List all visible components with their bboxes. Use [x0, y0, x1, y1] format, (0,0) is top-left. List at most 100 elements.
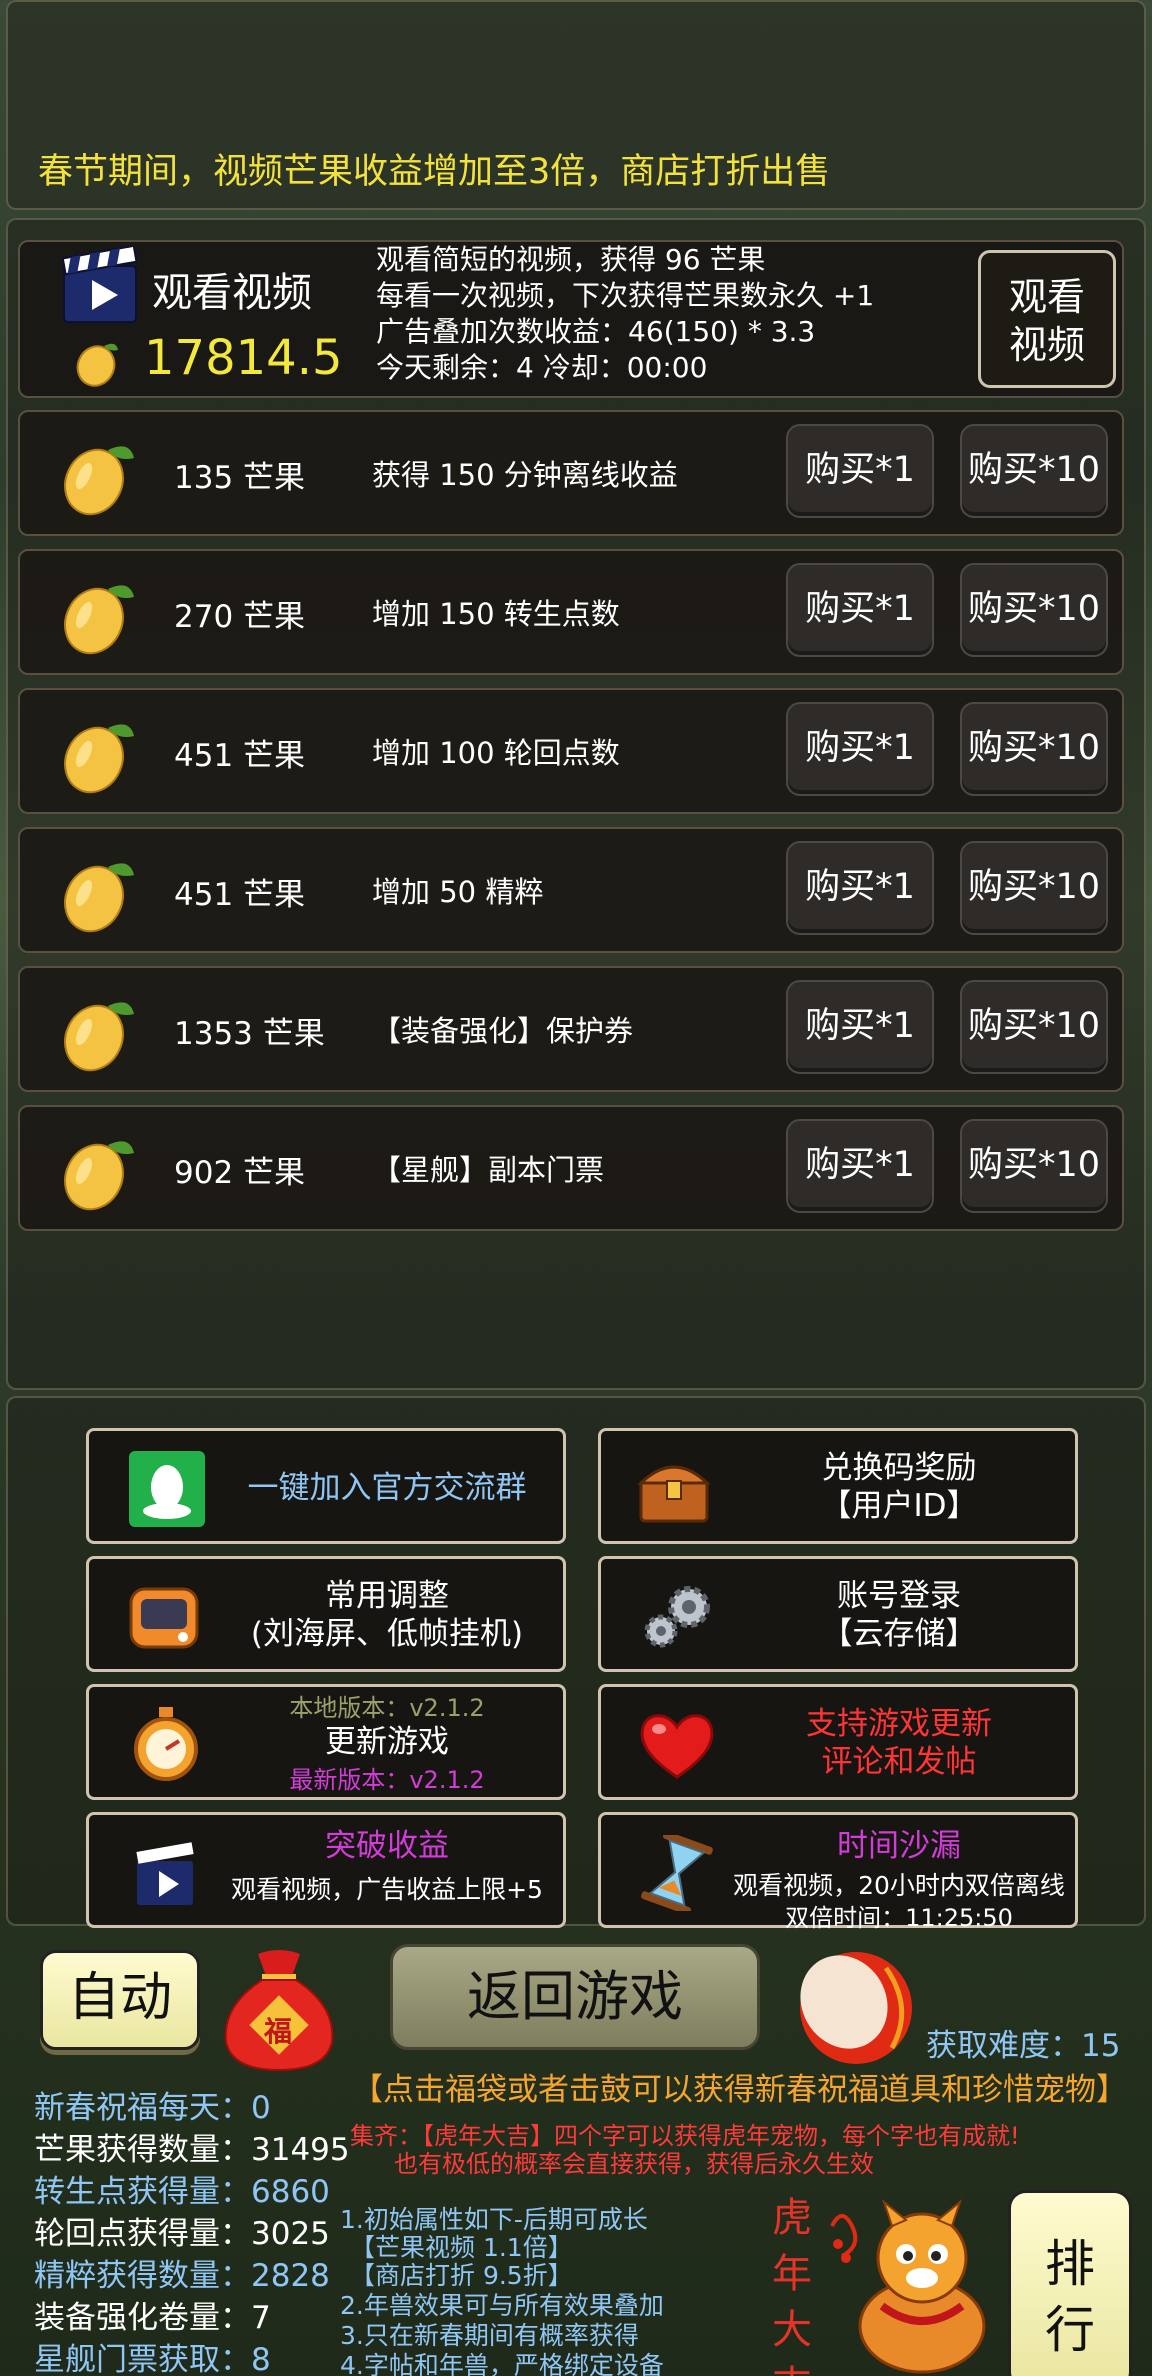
- join-group-button[interactable]: 一键加入官方交流群: [86, 1428, 566, 1544]
- settings-button[interactable]: 常用调整 (刘海屏、低帧挂机): [86, 1556, 566, 1672]
- ranking-button[interactable]: 排 行: [1008, 2190, 1132, 2376]
- support-button[interactable]: 支持游戏更新 评论和发帖: [598, 1684, 1078, 1800]
- buy-10-button[interactable]: 购买*10: [960, 841, 1108, 935]
- mango-balance: 17814.5: [144, 330, 343, 386]
- stat-reincarnation: 轮回点获得量：3025: [34, 2216, 330, 2252]
- qq-penguin-icon: [129, 1451, 205, 1527]
- mango-icon: [64, 863, 134, 933]
- item-price: 1353 芒果: [174, 1016, 325, 1052]
- redeem-code-button[interactable]: 兑换码奖励 【用户ID】: [598, 1428, 1078, 1544]
- difficulty-text: 获取难度：15: [926, 2028, 1121, 2064]
- lucky-bag-button[interactable]: 福: [218, 1946, 340, 2072]
- lucky-bag-notice: 【点击福袋或者击鼓可以获得新春祝福道具和珍惜宠物】: [352, 2072, 1127, 2108]
- clapperboard-icon: [136, 1842, 194, 1905]
- breakthrough-title: 突破收益: [325, 1828, 449, 1864]
- redeem-sublabel: 【用户ID】: [820, 1488, 978, 1524]
- shop-item-row: 135 芒果 获得 150 分钟离线收益 购买*1 购买*10: [18, 410, 1124, 536]
- login-label: 账号登录: [837, 1578, 961, 1614]
- handheld-device-icon: [129, 1587, 199, 1649]
- auto-button[interactable]: 自动: [40, 1950, 200, 2050]
- buy-10-button[interactable]: 购买*10: [960, 424, 1108, 518]
- support-sublabel: 评论和发帖: [821, 1744, 977, 1780]
- rule-line: 4.字帖和年兽，严格绑定设备: [340, 2351, 664, 2376]
- shop-item-row: 451 芒果 增加 100 轮回点数 购买*1 购买*10: [18, 688, 1124, 814]
- buy-10-button[interactable]: 购买*10: [960, 702, 1108, 796]
- item-price: 135 芒果: [174, 460, 306, 496]
- mango-icon: [64, 1141, 134, 1211]
- video-desc-line: 广告叠加次数收益：46(150) * 3.3: [376, 315, 816, 348]
- lucky-bag-icon: [224, 1950, 334, 2072]
- mango-icon: [64, 585, 134, 655]
- gear-icon: [644, 1586, 710, 1648]
- ranking-char: 排: [1045, 2235, 1095, 2293]
- buy-1-button[interactable]: 购买*1: [786, 841, 934, 935]
- announcement-text: 春节期间，视频芒果收益增加至3倍，商店打折出售: [38, 152, 831, 192]
- mango-icon: [76, 343, 118, 387]
- update-game-button[interactable]: 本地版本：v2.1.2 更新游戏 最新版本：v2.1.2: [86, 1684, 566, 1800]
- redeem-label: 兑换码奖励: [821, 1450, 977, 1486]
- stat-rebirth: 转生点获得量：6860: [34, 2174, 330, 2210]
- breakthrough-desc: 观看视频，广告收益上限+5: [231, 1875, 543, 1904]
- buy-1-button[interactable]: 购买*1: [786, 702, 934, 796]
- collect-notice-line2: 也有极低的概率会直接获得，获得后永久生效: [394, 2150, 874, 2178]
- video-title: 观看视频: [152, 270, 312, 316]
- mango-icon: [64, 724, 134, 794]
- tiger-char: 吉: [772, 2358, 816, 2376]
- buy-10-button[interactable]: 购买*10: [960, 980, 1108, 1074]
- buy-10-button[interactable]: 购买*10: [960, 563, 1108, 657]
- treasure-chest-icon: [637, 1465, 711, 1523]
- fu-character: 福: [264, 2015, 293, 2048]
- account-login-button[interactable]: 账号登录 【云存储】: [598, 1556, 1078, 1672]
- item-price: 902 芒果: [174, 1155, 306, 1191]
- stopwatch-icon: [134, 1707, 198, 1781]
- item-price: 451 芒果: [174, 877, 306, 913]
- item-desc: 【装备强化】保护券: [372, 1014, 634, 1048]
- video-desc-line: 今天剩余：4 冷却：00:00: [376, 351, 708, 384]
- heart-icon: [640, 1714, 714, 1779]
- buy-10-button[interactable]: 购买*10: [960, 1119, 1108, 1213]
- breakthrough-button[interactable]: 突破收益 观看视频，广告收益上限+5: [86, 1812, 566, 1928]
- login-sublabel: 【云存储】: [821, 1616, 977, 1652]
- stat-essence: 精粹获得数量：2828: [34, 2258, 330, 2294]
- item-desc: 【星舰】副本门票: [372, 1153, 605, 1187]
- stat-ticket: 星舰门票获取：8: [34, 2342, 271, 2376]
- mango-icon: [64, 1002, 134, 1072]
- drum-icon[interactable]: [796, 1948, 918, 2066]
- buy-1-button[interactable]: 购买*1: [786, 563, 934, 657]
- stat-enhance: 装备强化卷量：7: [34, 2300, 271, 2336]
- return-game-button[interactable]: 返回游戏: [390, 1944, 760, 2050]
- hourglass-button[interactable]: 时间沙漏 观看视频，20小时内双倍离线 双倍时间：11:25:50: [598, 1812, 1078, 1932]
- watch-video-button[interactable]: 观看 视频: [978, 250, 1116, 388]
- video-desc-line: 每看一次视频，下次获得芒果数永久 +1: [376, 279, 875, 312]
- tiger-char: 年: [772, 2251, 812, 2297]
- watch-video-button-line: 观看: [1008, 275, 1085, 319]
- tiger-mascot-icon: [830, 2199, 986, 2374]
- settings-label: 常用调整: [325, 1578, 449, 1614]
- tiger-year-chars: 虎 年 大 吉: [772, 2190, 816, 2376]
- watch-video-button-line: 视频: [1008, 323, 1085, 367]
- support-label: 支持游戏更新: [806, 1706, 992, 1742]
- shop-item-row: 451 芒果 增加 50 精粹 购买*1 购买*10: [18, 827, 1124, 953]
- item-price: 270 芒果: [174, 599, 306, 635]
- item-desc: 增加 150 转生点数: [372, 597, 620, 631]
- clapperboard-icon: [62, 246, 138, 323]
- buy-1-button[interactable]: 购买*1: [786, 1119, 934, 1213]
- double-time: 双倍时间：11:25:50: [785, 1904, 1013, 1932]
- buy-1-button[interactable]: 购买*1: [786, 424, 934, 518]
- item-price: 451 芒果: [174, 738, 306, 774]
- update-label: 更新游戏: [325, 1724, 449, 1760]
- shop-item-row: 1353 芒果 【装备强化】保护券 购买*1 购买*10: [18, 966, 1124, 1092]
- latest-version: 最新版本：v2.1.2: [289, 1766, 485, 1794]
- settings-sublabel: (刘海屏、低帧挂机): [250, 1616, 524, 1652]
- stat-blessing: 新春祝福每天：0: [34, 2090, 271, 2126]
- tiger-char: 大: [772, 2307, 812, 2353]
- item-desc: 增加 50 精粹: [372, 875, 544, 909]
- item-desc: 增加 100 轮回点数: [372, 736, 620, 770]
- ranking-char: 行: [1045, 2301, 1095, 2359]
- tiger-char: 虎: [772, 2195, 812, 2241]
- shop-item-row: 902 芒果 【星舰】副本门票 购买*1 购买*10: [18, 1105, 1124, 1231]
- join-group-label: 一键加入官方交流群: [247, 1470, 527, 1506]
- buy-1-button[interactable]: 购买*1: [786, 980, 934, 1074]
- hourglass-title: 时间沙漏: [837, 1828, 961, 1864]
- shop-item-row: 270 芒果 增加 150 转生点数 购买*1 购买*10: [18, 549, 1124, 675]
